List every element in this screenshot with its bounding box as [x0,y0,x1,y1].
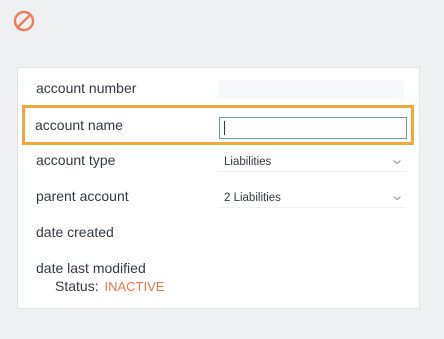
status-badge: INACTIVE [104,279,165,294]
date-created-label: date created [36,224,114,240]
chevron-down-icon [393,196,401,201]
account-name-input[interactable] [219,117,407,139]
account-form-panel: account number account type Liabilities … [17,67,420,309]
account-type-select[interactable]: Liabilities [218,152,406,172]
account-type-label: account type [36,152,116,168]
parent-account-label: parent account [36,188,129,204]
parent-account-selected: 2 Liabilities [224,192,281,204]
account-number-value [218,80,404,98]
account-type-selected: Liabilities [224,156,272,168]
status-line: Status: INACTIVE [55,278,164,295]
account-name-label: account name [35,117,123,133]
chevron-down-icon [393,160,401,165]
account-number-label: account number [36,80,137,96]
date-last-modified-label: date last modified [36,260,146,276]
account-name-row-highlight: account name [22,105,414,145]
cancel-icon[interactable] [13,10,35,32]
status-label: Status: [55,278,99,294]
text-caret [224,121,225,135]
parent-account-select[interactable]: 2 Liabilities [218,188,406,208]
